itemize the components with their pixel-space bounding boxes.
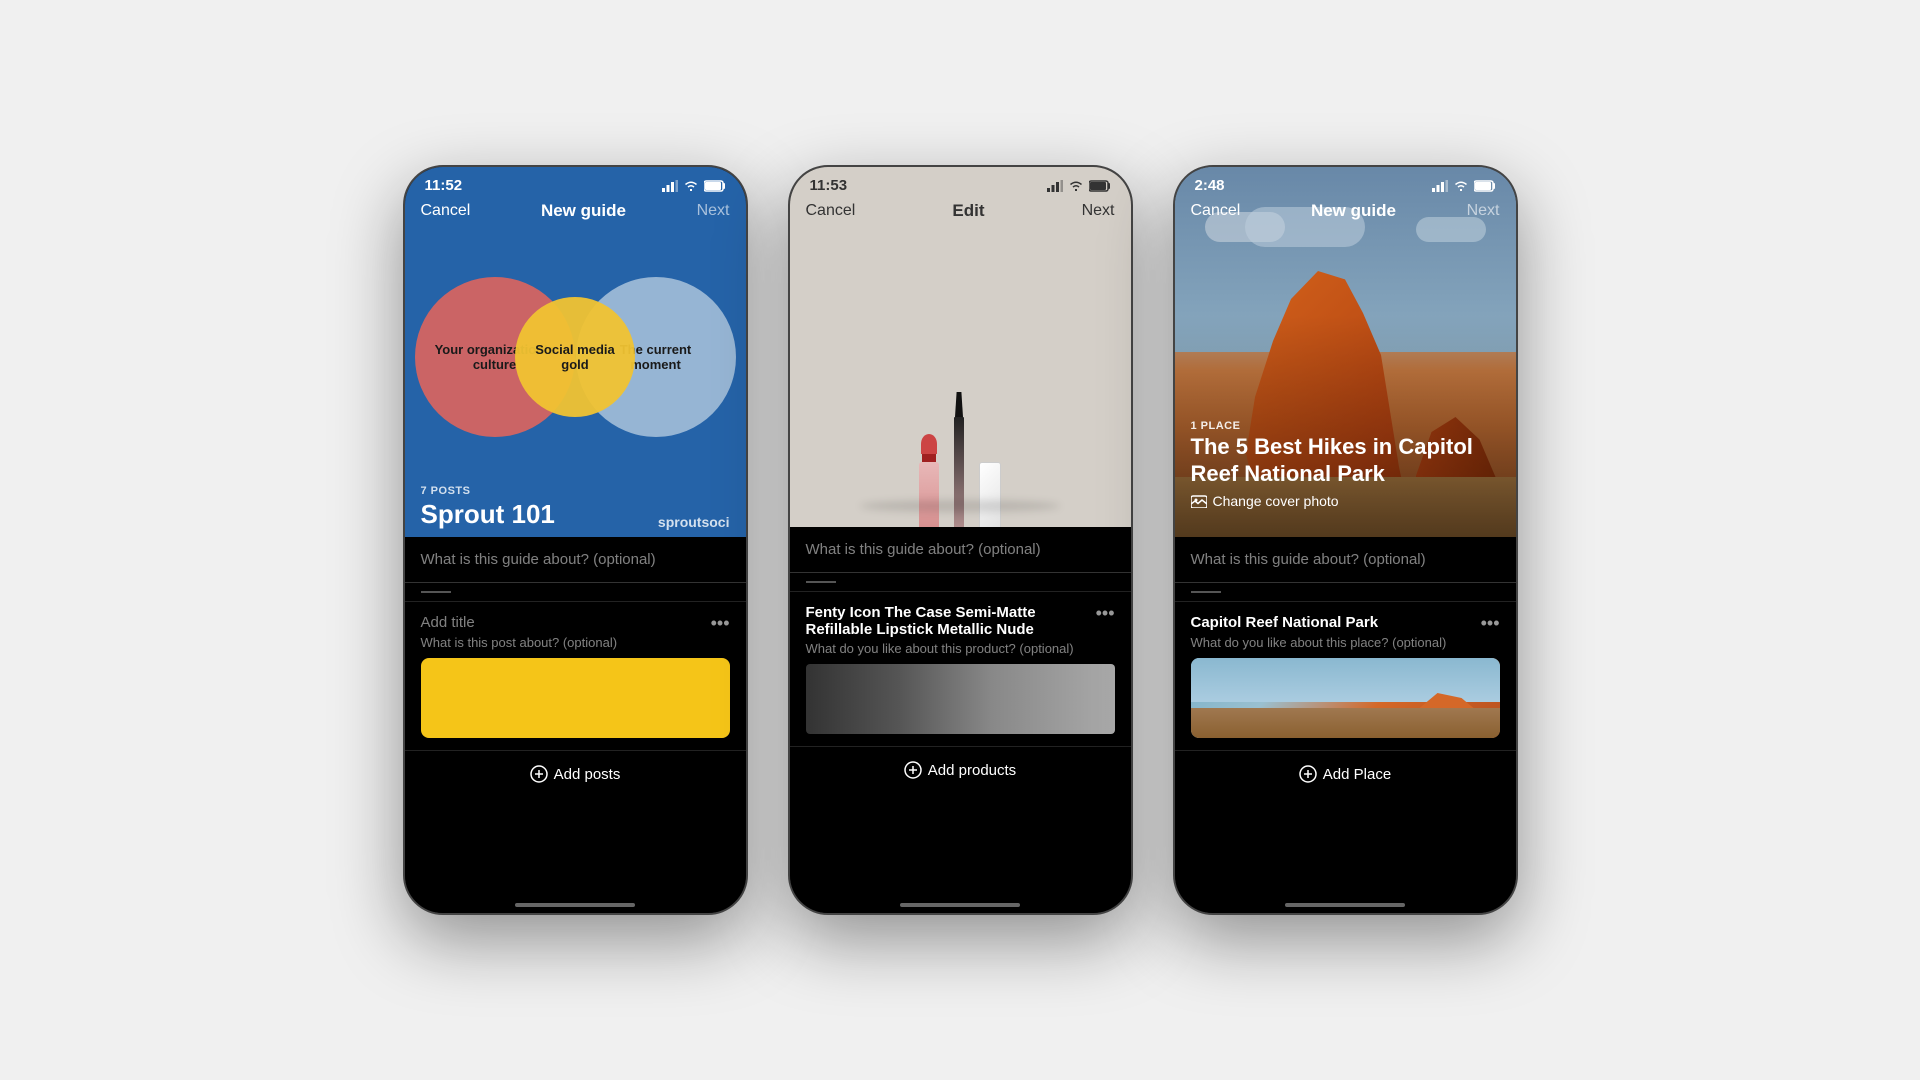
wifi-icon-3 xyxy=(1453,180,1469,192)
phone2-cover: 11:53 Cancel Edit Next xyxy=(790,167,1131,527)
phone1-description[interactable]: What is this guide about? (optional) xyxy=(405,537,746,583)
phone2-product-item: Fenty Icon The Case Semi-Matte Refillabl… xyxy=(790,591,1131,746)
phone3-add-button[interactable]: Add Place xyxy=(1175,750,1516,797)
place-image-sky xyxy=(1191,658,1500,702)
phone-2: 11:53 Cancel Edit Next xyxy=(788,165,1133,915)
plus-circle-icon-1 xyxy=(530,765,548,783)
image-icon-3 xyxy=(1191,494,1207,508)
phone2-home-bar xyxy=(900,903,1020,907)
phone1-nav-title: New guide xyxy=(541,201,626,221)
phone2-home-indicator xyxy=(790,897,1131,913)
phone3-next[interactable]: Next xyxy=(1467,202,1500,220)
phone3-content: What is this guide about? (optional) Cap… xyxy=(1175,537,1516,897)
phone1-guide-title: Sprout 101 xyxy=(421,499,555,530)
phone1-home-indicator xyxy=(405,897,746,913)
phone3-place-image xyxy=(1191,658,1500,738)
phone3-home-indicator xyxy=(1175,897,1516,913)
phone3-guide-title: The 5 Best Hikes in Capitol Reef Nationa… xyxy=(1191,434,1500,487)
phone3-status-bar: 2:48 xyxy=(1175,167,1516,198)
phone3-nav-title: New guide xyxy=(1311,201,1396,221)
phone-3: 2:48 Cancel New guide Next 1 PLACE The 5… xyxy=(1173,165,1518,915)
phone1-add-label: Add posts xyxy=(554,766,621,783)
lipstick-bottle xyxy=(919,434,939,527)
phone1-item-desc[interactable]: What is this post about? (optional) xyxy=(421,635,730,650)
phone3-item-title: Capitol Reef National Park xyxy=(1191,614,1379,631)
phone2-content: What is this guide about? (optional) Fen… xyxy=(790,527,1131,897)
phone2-add-label: Add products xyxy=(928,762,1016,779)
phone3-divider xyxy=(1191,591,1221,593)
signal-icon-3 xyxy=(1432,180,1448,192)
phone1-three-dots[interactable]: ••• xyxy=(711,614,730,632)
plus-circle-icon-3 xyxy=(1299,765,1317,783)
phone1-next[interactable]: Next xyxy=(697,202,730,220)
phone1-brand: sproutsoci xyxy=(658,514,730,530)
status-icons-3 xyxy=(1432,180,1496,192)
phone2-nav-title: Edit xyxy=(952,201,984,221)
wifi-icon-1 xyxy=(683,180,699,192)
phone3-guide-info: 1 PLACE The 5 Best Hikes in Capitol Reef… xyxy=(1175,420,1516,487)
phone2-next[interactable]: Next xyxy=(1082,202,1115,220)
phone2-three-dots[interactable]: ••• xyxy=(1096,604,1115,622)
wifi-icon-2 xyxy=(1068,180,1084,192)
phone2-divider xyxy=(806,581,836,583)
phone1-guide-info: 7 POSTS Sprout 101 sproutsoci xyxy=(405,477,746,536)
status-time-1: 11:52 xyxy=(425,177,463,194)
phone2-item-desc[interactable]: What do you like about this product? (op… xyxy=(806,641,1115,656)
phone1-status-bar: 11:52 xyxy=(405,167,746,198)
shadow xyxy=(860,500,1060,512)
phone3-cover: 2:48 Cancel New guide Next 1 PLACE The 5… xyxy=(1175,167,1516,537)
phone2-product-image-strip xyxy=(806,664,1115,734)
phone-1: 11:52 Cancel New guide Next Your organiz… xyxy=(403,165,748,915)
battery-icon-3 xyxy=(1474,180,1496,192)
phone1-item-title: Add title xyxy=(421,614,475,631)
phone3-navbar: Cancel New guide Next xyxy=(1175,195,1516,227)
status-icons-1 xyxy=(662,180,726,192)
phone3-change-cover[interactable]: Change cover photo xyxy=(1175,485,1355,517)
phone1-post-item: Add title ••• What is this post about? (… xyxy=(405,601,746,750)
phone3-add-label: Add Place xyxy=(1323,766,1391,783)
phone1-change-cover[interactable]: Change cover photo xyxy=(405,536,746,537)
phone1-add-button[interactable]: Add posts xyxy=(405,750,746,797)
status-icons-2 xyxy=(1047,180,1111,192)
status-time-2: 11:53 xyxy=(810,177,848,194)
signal-icon-1 xyxy=(662,180,678,192)
battery-icon-2 xyxy=(1089,180,1111,192)
phone1-image-placeholder xyxy=(421,658,730,738)
phone2-cancel[interactable]: Cancel xyxy=(806,202,856,220)
phone3-place-item: Capitol Reef National Park ••• What do y… xyxy=(1175,601,1516,750)
phone1-cover: 11:52 Cancel New guide Next Your organiz… xyxy=(405,167,746,537)
fenty-product-image xyxy=(790,227,1131,527)
signal-icon-2 xyxy=(1047,180,1063,192)
phone1-cancel[interactable]: Cancel xyxy=(421,202,471,220)
battery-icon-1 xyxy=(704,180,726,192)
phone3-description[interactable]: What is this guide about? (optional) xyxy=(1175,537,1516,583)
phone1-navbar: Cancel New guide Next xyxy=(405,195,746,227)
phone2-status-bar: 11:53 xyxy=(790,167,1131,198)
lipstick-cap-piece xyxy=(979,462,1001,527)
place-image-floor xyxy=(1191,708,1500,738)
phone1-home-bar xyxy=(515,903,635,907)
venn-diagram: Your organization's culture The current … xyxy=(405,237,746,477)
phone1-post-count: 7 POSTS xyxy=(421,485,730,497)
phone2-add-button[interactable]: Add products xyxy=(790,746,1131,793)
phone2-item-title: Fenty Icon The Case Semi-Matte Refillabl… xyxy=(806,604,1069,638)
phone3-home-bar xyxy=(1285,903,1405,907)
phone3-place-count: 1 PLACE xyxy=(1191,420,1500,432)
phone3-three-dots[interactable]: ••• xyxy=(1481,614,1500,632)
venn-center-circle: Social media gold xyxy=(515,297,635,417)
phone2-description[interactable]: What is this guide about? (optional) xyxy=(790,527,1131,573)
phone3-cancel[interactable]: Cancel xyxy=(1191,202,1241,220)
plus-circle-icon-2 xyxy=(904,761,922,779)
phone3-item-desc[interactable]: What do you like about this place? (opti… xyxy=(1191,635,1500,650)
phone2-navbar: Cancel Edit Next xyxy=(790,195,1131,227)
phone1-content: What is this guide about? (optional) Add… xyxy=(405,537,746,897)
phone1-divider xyxy=(421,591,451,593)
status-time-3: 2:48 xyxy=(1195,177,1225,194)
